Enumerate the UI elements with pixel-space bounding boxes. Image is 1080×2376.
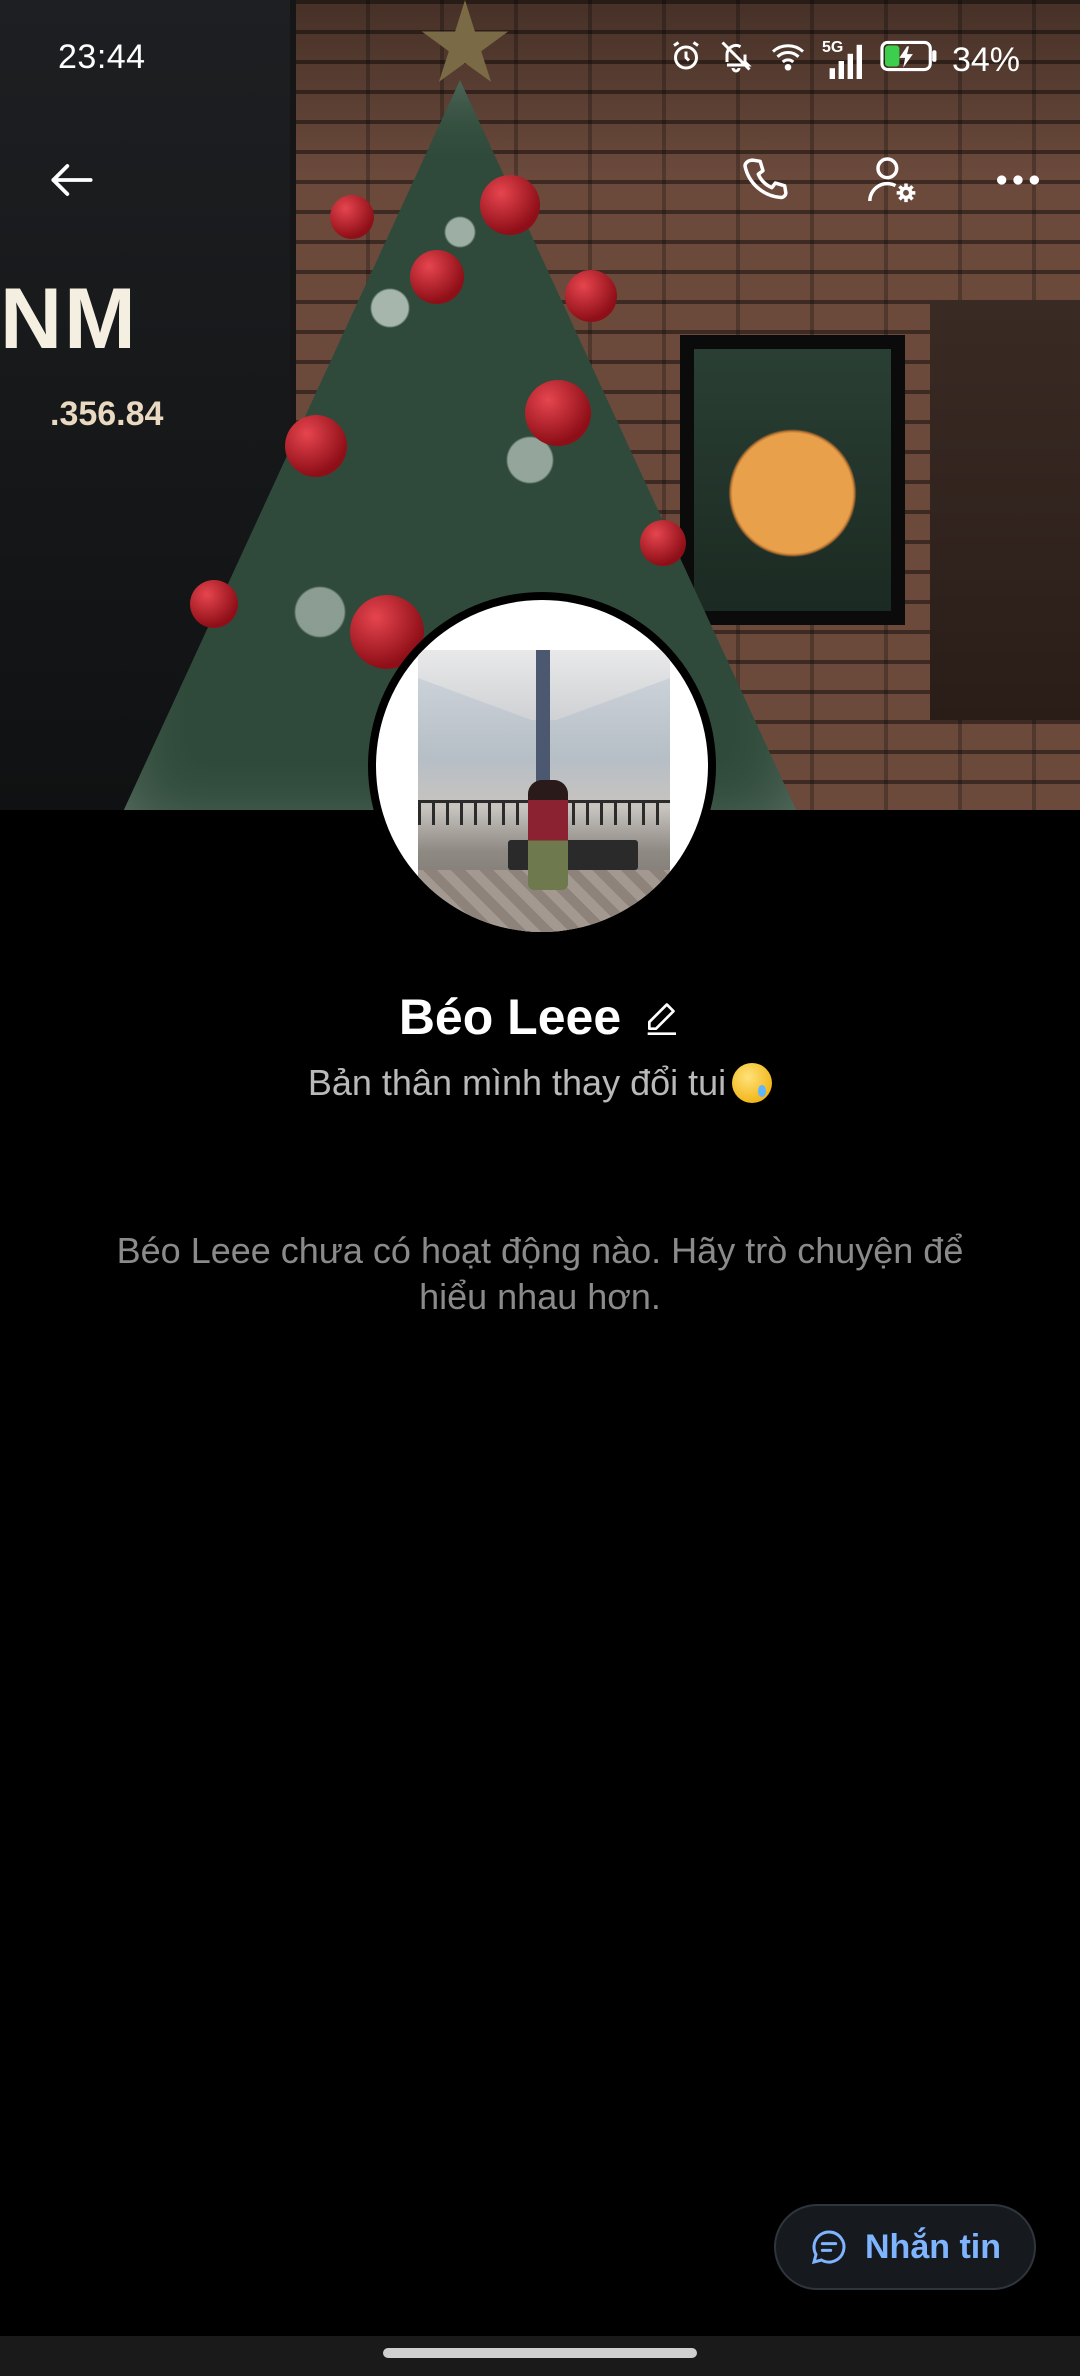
empty-activity-message: Béo Leee chưa có hoạt động nào. Hãy trò … bbox=[116, 1230, 964, 1317]
ornament bbox=[525, 380, 591, 446]
battery-percent: 34% bbox=[951, 41, 1020, 79]
signal-icon: 5G bbox=[822, 39, 866, 79]
chat-bubble-icon bbox=[811, 2230, 846, 2265]
dog-painting bbox=[680, 335, 905, 625]
crying-smile-emoji-icon bbox=[732, 1063, 773, 1103]
status-bar: 23:44 5G 34% bbox=[0, 0, 1080, 118]
alarm-icon bbox=[668, 38, 704, 83]
battery-charging-icon bbox=[880, 40, 938, 81]
pencil-icon bbox=[647, 1003, 677, 1035]
profile-screen: NM .356.84 23:44 5G 34% Béo Leee Bản thâ… bbox=[0, 0, 1080, 2376]
profile-name-row: Béo Leee bbox=[0, 982, 1080, 1052]
more-options-button[interactable] bbox=[978, 140, 1058, 220]
avatar-frame bbox=[368, 592, 716, 940]
shop-phone-number: .356.84 bbox=[50, 395, 164, 433]
avatar-photo bbox=[418, 650, 670, 932]
profile-settings-icon bbox=[868, 157, 916, 203]
send-message-button[interactable]: Nhắn tin bbox=[774, 2204, 1036, 2290]
avatar[interactable] bbox=[376, 600, 708, 932]
more-options-icon bbox=[997, 175, 1039, 185]
ornament bbox=[640, 520, 686, 566]
status-icons: 5G 34% bbox=[668, 38, 1020, 83]
edit-name-button[interactable] bbox=[641, 997, 681, 1037]
profile-status-text: Bản thân mình thay đổi tui bbox=[307, 1062, 727, 1103]
ornament bbox=[410, 250, 464, 304]
call-button[interactable] bbox=[726, 140, 806, 220]
back-arrow-icon bbox=[51, 164, 93, 196]
profile-settings-button[interactable] bbox=[852, 140, 932, 220]
wifi-icon bbox=[768, 38, 808, 83]
profile-status: Bản thân mình thay đổi tui bbox=[0, 1062, 1080, 1104]
mute-icon bbox=[718, 38, 754, 83]
send-message-label: Nhắn tin bbox=[865, 2227, 1001, 2266]
home-indicator[interactable] bbox=[383, 2348, 697, 2358]
profile-name: Béo Leee bbox=[398, 989, 622, 1045]
phone-call-icon bbox=[743, 158, 788, 200]
top-action-bar bbox=[0, 140, 1080, 230]
decor-shelf bbox=[930, 300, 1080, 720]
ornament bbox=[565, 270, 617, 322]
ornament bbox=[190, 580, 238, 628]
shop-sign: NM bbox=[0, 271, 138, 367]
status-time: 23:44 bbox=[58, 38, 146, 76]
back-button[interactable] bbox=[32, 140, 112, 220]
ornament bbox=[285, 415, 347, 477]
